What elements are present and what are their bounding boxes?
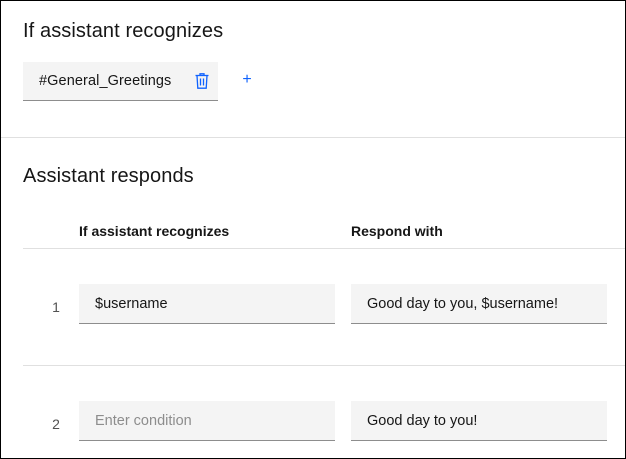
row-number: 1 bbox=[52, 299, 60, 315]
row-divider bbox=[23, 365, 625, 366]
dialog-node-editor: If assistant recognizes #General_Greetin… bbox=[0, 0, 626, 459]
column-header-condition: If assistant recognizes bbox=[79, 223, 230, 239]
responses-section-title: Assistant responds bbox=[23, 165, 194, 187]
condition-input[interactable]: $username bbox=[79, 284, 335, 324]
section-divider bbox=[1, 137, 625, 138]
add-condition-plus-icon[interactable]: + bbox=[241, 72, 253, 88]
response-input[interactable]: Good day to you! bbox=[351, 401, 607, 441]
condition-intent-value: #General_Greetings bbox=[39, 73, 172, 89]
row-number: 2 bbox=[52, 416, 60, 432]
condition-intent-field[interactable]: #General_Greetings bbox=[23, 62, 218, 101]
response-input[interactable]: Good day to you, $username! bbox=[351, 284, 607, 324]
condition-input[interactable]: Enter condition bbox=[79, 401, 335, 441]
condition-section-title: If assistant recognizes bbox=[23, 20, 224, 42]
column-header-response: Respond with bbox=[351, 223, 443, 239]
trash-icon[interactable] bbox=[195, 73, 209, 89]
row-divider bbox=[23, 248, 625, 249]
